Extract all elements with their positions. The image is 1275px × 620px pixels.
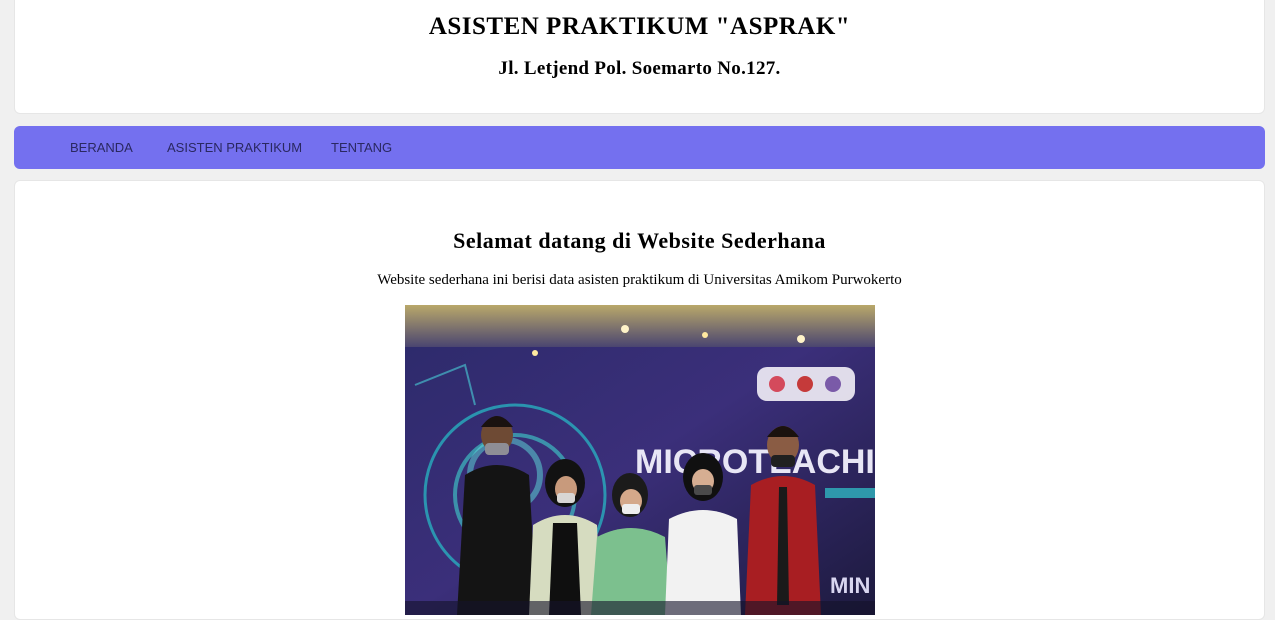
group-photo: MICROTEACHING MIN xyxy=(405,305,875,615)
nav-item-beranda[interactable]: BERANDA xyxy=(70,140,133,155)
banner-side-text: MIN xyxy=(830,573,870,598)
group-photo-illustration: MICROTEACHING MIN xyxy=(405,305,875,615)
site-address: Jl. Letjend Pol. Soemarto No.127. xyxy=(498,58,781,79)
site-header: ASISTEN PRAKTIKUM "ASPRAK" Jl. Letjend P… xyxy=(14,0,1265,114)
site-title: ASISTEN PRAKTIKUM "ASPRAK" xyxy=(428,13,851,40)
welcome-heading: Selamat datang di Website Sederhana xyxy=(453,228,826,253)
welcome-description: Website sederhana ini berisi data asiste… xyxy=(377,272,902,288)
main-content: Selamat datang di Website Sederhana Webs… xyxy=(14,180,1265,620)
banner-text: MICROTEACHING xyxy=(635,443,875,481)
navbar: BERANDA ASISTEN PRAKTIKUM TENTANG xyxy=(14,126,1265,169)
nav-item-asisten-praktikum[interactable]: ASISTEN PRAKTIKUM xyxy=(167,140,302,155)
nav-item-tentang[interactable]: TENTANG xyxy=(331,140,392,155)
